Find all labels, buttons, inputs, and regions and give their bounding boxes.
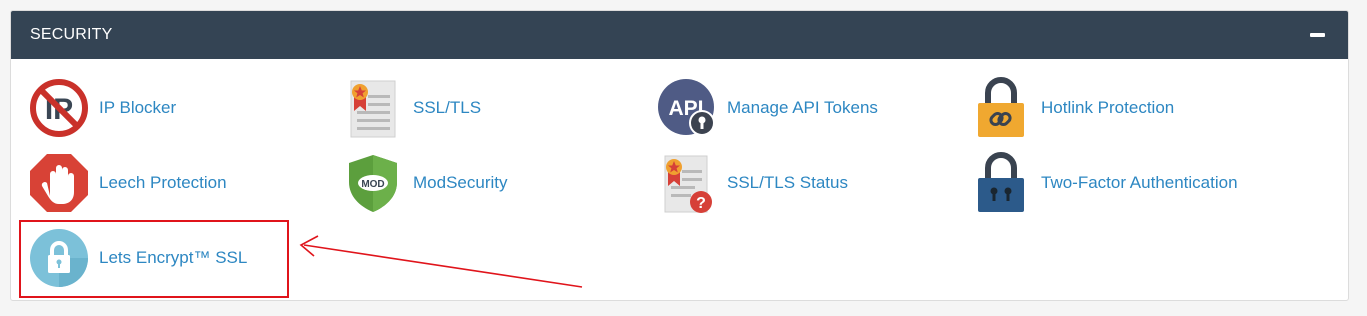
item-manage-api-tokens[interactable]: API Manage API Tokens xyxy=(655,76,878,140)
hotlink-lock-icon xyxy=(969,76,1033,140)
item-two-factor-authentication[interactable]: Two-Factor Authentication xyxy=(969,151,1238,215)
item-label: Hotlink Protection xyxy=(1041,98,1175,117)
item-label: Manage API Tokens xyxy=(727,98,878,117)
section-title: SECURITY xyxy=(30,26,113,43)
api-tokens-icon: API xyxy=(655,76,719,140)
mod-shield-icon: MOD xyxy=(341,151,405,215)
svg-text:MOD: MOD xyxy=(361,179,384,190)
item-label: SSL/TLS Status xyxy=(727,173,848,192)
minus-icon xyxy=(1309,33,1325,37)
lets-encrypt-lock-icon xyxy=(27,226,91,290)
item-label: Lets Encrypt™ SSL xyxy=(99,248,248,267)
two-factor-lock-icon xyxy=(969,151,1033,215)
item-label: IP Blocker xyxy=(99,98,177,117)
item-label: Leech Protection xyxy=(99,173,227,192)
item-ssl-tls[interactable]: SSL/TLS xyxy=(341,76,481,140)
collapse-button[interactable] xyxy=(1308,26,1326,44)
item-leech-protection[interactable]: Leech Protection xyxy=(27,151,227,215)
item-modsecurity[interactable]: MOD ModSecurity xyxy=(341,151,507,215)
svg-text:?: ? xyxy=(696,195,706,212)
ip-blocker-icon: IP xyxy=(27,76,91,140)
item-label: Two-Factor Authentication xyxy=(1041,173,1238,192)
item-hotlink-protection[interactable]: Hotlink Protection xyxy=(969,76,1174,140)
item-lets-encrypt-ssl[interactable]: Lets Encrypt™ SSL xyxy=(27,226,247,290)
ssl-certificate-icon xyxy=(341,76,405,140)
panel-header[interactable]: SECURITY xyxy=(11,11,1348,59)
item-label: SSL/TLS xyxy=(413,98,482,117)
security-panel: SECURITY IP IP Blocker xyxy=(10,10,1349,301)
item-label: ModSecurity xyxy=(413,173,508,192)
item-ip-blocker[interactable]: IP IP Blocker xyxy=(27,76,176,140)
stop-hand-icon xyxy=(27,151,91,215)
item-ssl-tls-status[interactable]: ? SSL/TLS Status xyxy=(655,151,848,215)
ssl-status-icon: ? xyxy=(655,151,719,215)
